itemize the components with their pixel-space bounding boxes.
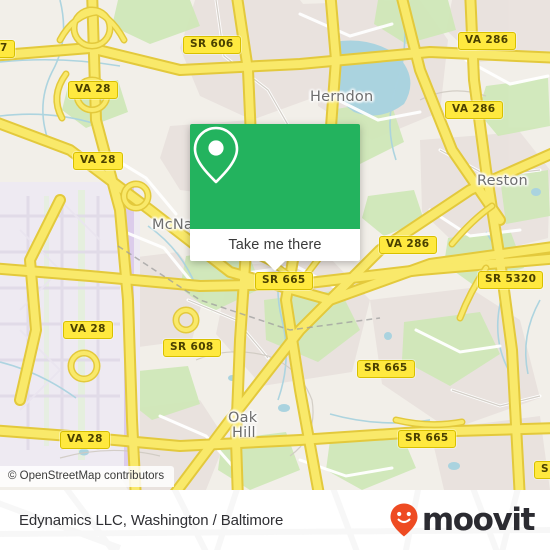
moovit-wordmark: moovit	[421, 501, 536, 538]
road-shield-sr-665-mid: SR 665	[357, 360, 415, 378]
road-shield-va-28-bottom: VA 28	[60, 431, 110, 449]
take-me-there-label: Take me there	[228, 237, 322, 253]
road-shield-va-286-south: VA 286	[379, 236, 437, 254]
moovit-logo[interactable]: moovit	[389, 501, 536, 538]
map-canvas[interactable]: Herndon Reston McNa Oak Hill 7 SR 606 VA…	[0, 0, 550, 490]
popup-pointer	[264, 260, 286, 271]
road-shield-sr-608: SR 608	[163, 339, 221, 357]
osm-attribution[interactable]: © OpenStreetMap contributors	[0, 466, 175, 487]
road-shield-sr-606: SR 606	[183, 36, 241, 54]
popup-header	[190, 124, 360, 229]
moovit-pin-icon	[390, 503, 418, 537]
road-shield-va-28-mid: VA 28	[73, 152, 123, 170]
location-title: Edynamics LLC, Washington / Baltimore	[19, 511, 284, 529]
moovit-map-screenshot: Herndon Reston McNa Oak Hill 7 SR 606 VA…	[0, 0, 550, 550]
bottom-bar: Edynamics LLC, Washington / Baltimore mo…	[0, 490, 550, 550]
map-label-hill: Hill	[232, 425, 256, 441]
road-shield-sr-5320: SR 5320	[478, 271, 544, 289]
road-shield-sr-665-north: SR 665	[255, 272, 313, 290]
road-shield-va-28-lower: VA 28	[63, 321, 113, 339]
popup-footer[interactable]: Take me there	[190, 229, 360, 271]
road-shield-sr-665-bottom: SR 665	[398, 430, 456, 448]
road-shield-partial-s: S	[534, 461, 550, 479]
road-shield-va-286-mid: VA 286	[445, 101, 503, 119]
location-pin-icon	[193, 126, 239, 184]
road-shield-7: 7	[0, 40, 15, 58]
road-shield-va-28-north: VA 28	[68, 81, 118, 99]
destination-popup[interactable]: Take me there	[190, 124, 360, 271]
map-label-mcnair: McNa	[152, 217, 194, 233]
map-label-herndon: Herndon	[310, 89, 374, 105]
map-label-reston: Reston	[477, 173, 528, 189]
road-shield-va-286-north: VA 286	[458, 32, 516, 50]
